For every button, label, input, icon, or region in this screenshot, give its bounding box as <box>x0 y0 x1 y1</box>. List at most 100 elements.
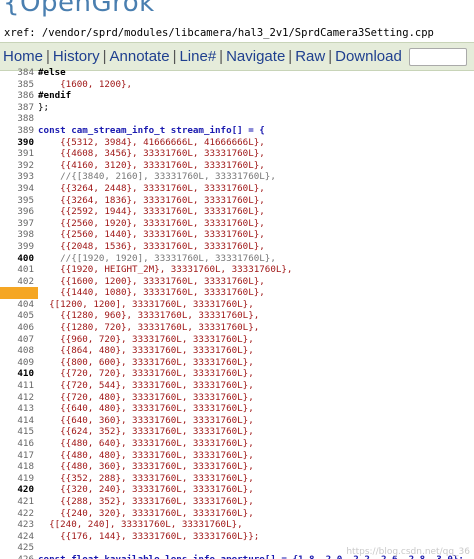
line-number[interactable]: 394 <box>0 183 38 195</box>
line-number[interactable]: 388 <box>0 113 38 125</box>
line-number[interactable]: 418 <box>0 461 38 473</box>
line-number[interactable]: 415 <box>0 426 38 438</box>
line-number[interactable]: 425 <box>0 542 38 554</box>
code-text: {{640, 360}, 33331760L, 33331760L}, <box>38 414 254 426</box>
code-line: 395 {{3264, 1836}, 33331760L, 33331760L}… <box>0 195 474 207</box>
line-number[interactable]: 398 <box>0 229 38 241</box>
code-line: 388 <box>0 113 474 125</box>
line-number[interactable]: 393 <box>0 171 38 183</box>
line-number[interactable]: 424 <box>0 531 38 543</box>
code-line: 393 //{[3840, 2160], 33331760L, 33331760… <box>0 171 474 183</box>
nav-annotate-link[interactable]: Annotate <box>107 48 173 65</box>
line-number[interactable]: 401 <box>0 264 38 276</box>
code-line: 410 {{720, 720}, 33331760L, 33331760L}, <box>0 368 474 380</box>
line-number[interactable]: 403 <box>0 287 38 299</box>
line-number[interactable]: 421 <box>0 496 38 508</box>
code-text: {{240, 320}, 33331760L, 33331760L}, <box>38 507 254 519</box>
code-line: 402 {{1600, 1200}, 33331760L, 33331760L}… <box>0 276 474 288</box>
code-text: {{288, 352}, 33331760L, 33331760L}, <box>38 495 254 507</box>
line-number[interactable]: 387 <box>0 102 38 114</box>
line-number[interactable]: 416 <box>0 438 38 450</box>
nav-home-link[interactable]: Home <box>0 48 46 65</box>
code-text: {{720, 544}, 33331760L, 33331760L}, <box>38 380 254 392</box>
code-line: 398 {{2560, 1440}, 33331760L, 33331760L}… <box>0 229 474 241</box>
line-number[interactable]: 419 <box>0 473 38 485</box>
code-line: 407 {{960, 720}, 33331760L, 33331760L}, <box>0 334 474 346</box>
nav-download-link[interactable]: Download <box>332 48 405 65</box>
code-text: {{1600, 1200}, 33331760L, 33331760L}, <box>38 275 265 287</box>
line-number[interactable]: 392 <box>0 160 38 172</box>
line-number[interactable]: 417 <box>0 450 38 462</box>
line-number[interactable]: 386 <box>0 90 38 102</box>
nav-history-link[interactable]: History <box>50 48 103 65</box>
code-text: {{3264, 1836}, 33331760L, 33331760L}, <box>38 194 265 206</box>
code-line: 413 {{640, 480}, 33331760L, 33331760L}, <box>0 403 474 415</box>
code-line: 417 {{480, 480}, 33331760L, 33331760L}, <box>0 450 474 462</box>
line-number[interactable]: 396 <box>0 206 38 218</box>
line-number[interactable]: 405 <box>0 310 38 322</box>
line-number[interactable]: 422 <box>0 508 38 520</box>
line-number[interactable]: 395 <box>0 195 38 207</box>
line-number[interactable]: 423 <box>0 519 38 531</box>
line-number[interactable]: 390 <box>0 137 38 149</box>
line-number[interactable]: 409 <box>0 357 38 369</box>
code-text: {[240, 240], 33331760L, 33331760L}, <box>38 519 243 531</box>
code-line: 415 {{624, 352}, 33331760L, 33331760L}, <box>0 426 474 438</box>
code-text: }; <box>38 101 50 113</box>
xref-path: xref: /vendor/sprd/modules/libcamera/hal… <box>4 27 434 39</box>
code-line: 424 {{176, 144}, 33331760L, 33331760L}}; <box>0 531 474 543</box>
search-input[interactable] <box>408 47 467 66</box>
nav-navigate-link[interactable]: Navigate <box>223 48 288 65</box>
line-number[interactable]: 426 <box>0 554 38 559</box>
source-code-view: 384 #else 385 {1600, 1200}, 386 #endif 387}; 3… <box>0 67 474 559</box>
line-number[interactable]: 413 <box>0 403 38 415</box>
code-text: #else <box>38 67 66 78</box>
code-line: 401 {{1920, HEIGHT_2M}, 33331760L, 33331… <box>0 264 474 276</box>
code-text: {{640, 480}, 33331760L, 33331760L}, <box>38 403 254 415</box>
code-text: {{1440, 1080}, 33331760L, 33331760L}, <box>38 287 265 299</box>
line-number[interactable]: 402 <box>0 276 38 288</box>
line-number[interactable]: 384 <box>0 67 38 79</box>
line-number[interactable]: 408 <box>0 345 38 357</box>
code-line: 409 {{800, 600}, 33331760L, 33331760L}, <box>0 357 474 369</box>
code-text: //{[1920, 1920], 33331760L, 33331760L}, <box>38 252 276 264</box>
code-text: {{480, 640}, 33331760L, 33331760L}, <box>38 438 254 449</box>
line-number[interactable]: 420 <box>0 484 38 496</box>
code-line: 414 {{640, 360}, 33331760L, 33331760L}, <box>0 415 474 427</box>
code-line: 394 {{3264, 2448}, 33331760L, 33331760L}… <box>0 183 474 195</box>
code-line: 423 {[240, 240], 33331760L, 33331760L}, <box>0 519 474 531</box>
code-line: 412 {{720, 480}, 33331760L, 33331760L}, <box>0 392 474 404</box>
line-number[interactable]: 400 <box>0 253 38 265</box>
nav-raw-link[interactable]: Raw <box>292 48 328 65</box>
line-number[interactable]: 406 <box>0 322 38 334</box>
code-line: 396 {{2592, 1944}, 33331760L, 33331760L}… <box>0 206 474 218</box>
line-number[interactable]: 404 <box>0 299 38 311</box>
line-number[interactable]: 411 <box>0 380 38 392</box>
line-number[interactable]: 389 <box>0 125 38 137</box>
line-number[interactable]: 414 <box>0 415 38 427</box>
code-text: {{800, 600}, 33331760L, 33331760L}, <box>38 356 254 368</box>
code-text: {{5312, 3984}, 41666666L, 41666666L}, <box>38 136 265 148</box>
line-number[interactable]: 391 <box>0 148 38 160</box>
nav-line-numbers-link[interactable]: Line# <box>176 48 219 65</box>
line-number[interactable]: 410 <box>0 368 38 380</box>
code-text: {{1280, 720}, 33331760L, 33331760L}, <box>38 322 260 334</box>
code-text: {{352, 288}, 33331760L, 33331760L}, <box>38 472 254 484</box>
code-line: 419 {{352, 288}, 33331760L, 33331760L}, <box>0 473 474 485</box>
code-line: 389 const cam_stream_info_t stream_info[]… <box>0 125 474 137</box>
code-text: {{4608, 3456}, 33331760L, 33331760L}, <box>38 148 265 160</box>
line-number[interactable]: 407 <box>0 334 38 346</box>
line-number[interactable]: 385 <box>0 79 38 91</box>
line-number[interactable]: 399 <box>0 241 38 253</box>
code-text: {{3264, 2448}, 33331760L, 33331760L}, <box>38 182 265 194</box>
code-text: //{[3840, 2160], 33331760L, 33331760L}, <box>38 171 276 183</box>
code-line: 411 {{720, 544}, 33331760L, 33331760L}, <box>0 380 474 392</box>
opengrok-logo[interactable]: {OpenGrok <box>3 0 155 18</box>
code-line: 391 {{4608, 3456}, 33331760L, 33331760L}… <box>0 148 474 160</box>
code-line: 392 {{4160, 3120}, 33331760L, 33331760L}… <box>0 160 474 172</box>
code-line: 397 {{2560, 1920}, 33331760L, 33331760L}… <box>0 218 474 230</box>
code-line: 404 {[1200, 1200], 33331760L, 33331760L}… <box>0 299 474 311</box>
line-number[interactable]: 412 <box>0 392 38 404</box>
code-line: 386 #endif <box>0 90 474 102</box>
line-number[interactable]: 397 <box>0 218 38 230</box>
